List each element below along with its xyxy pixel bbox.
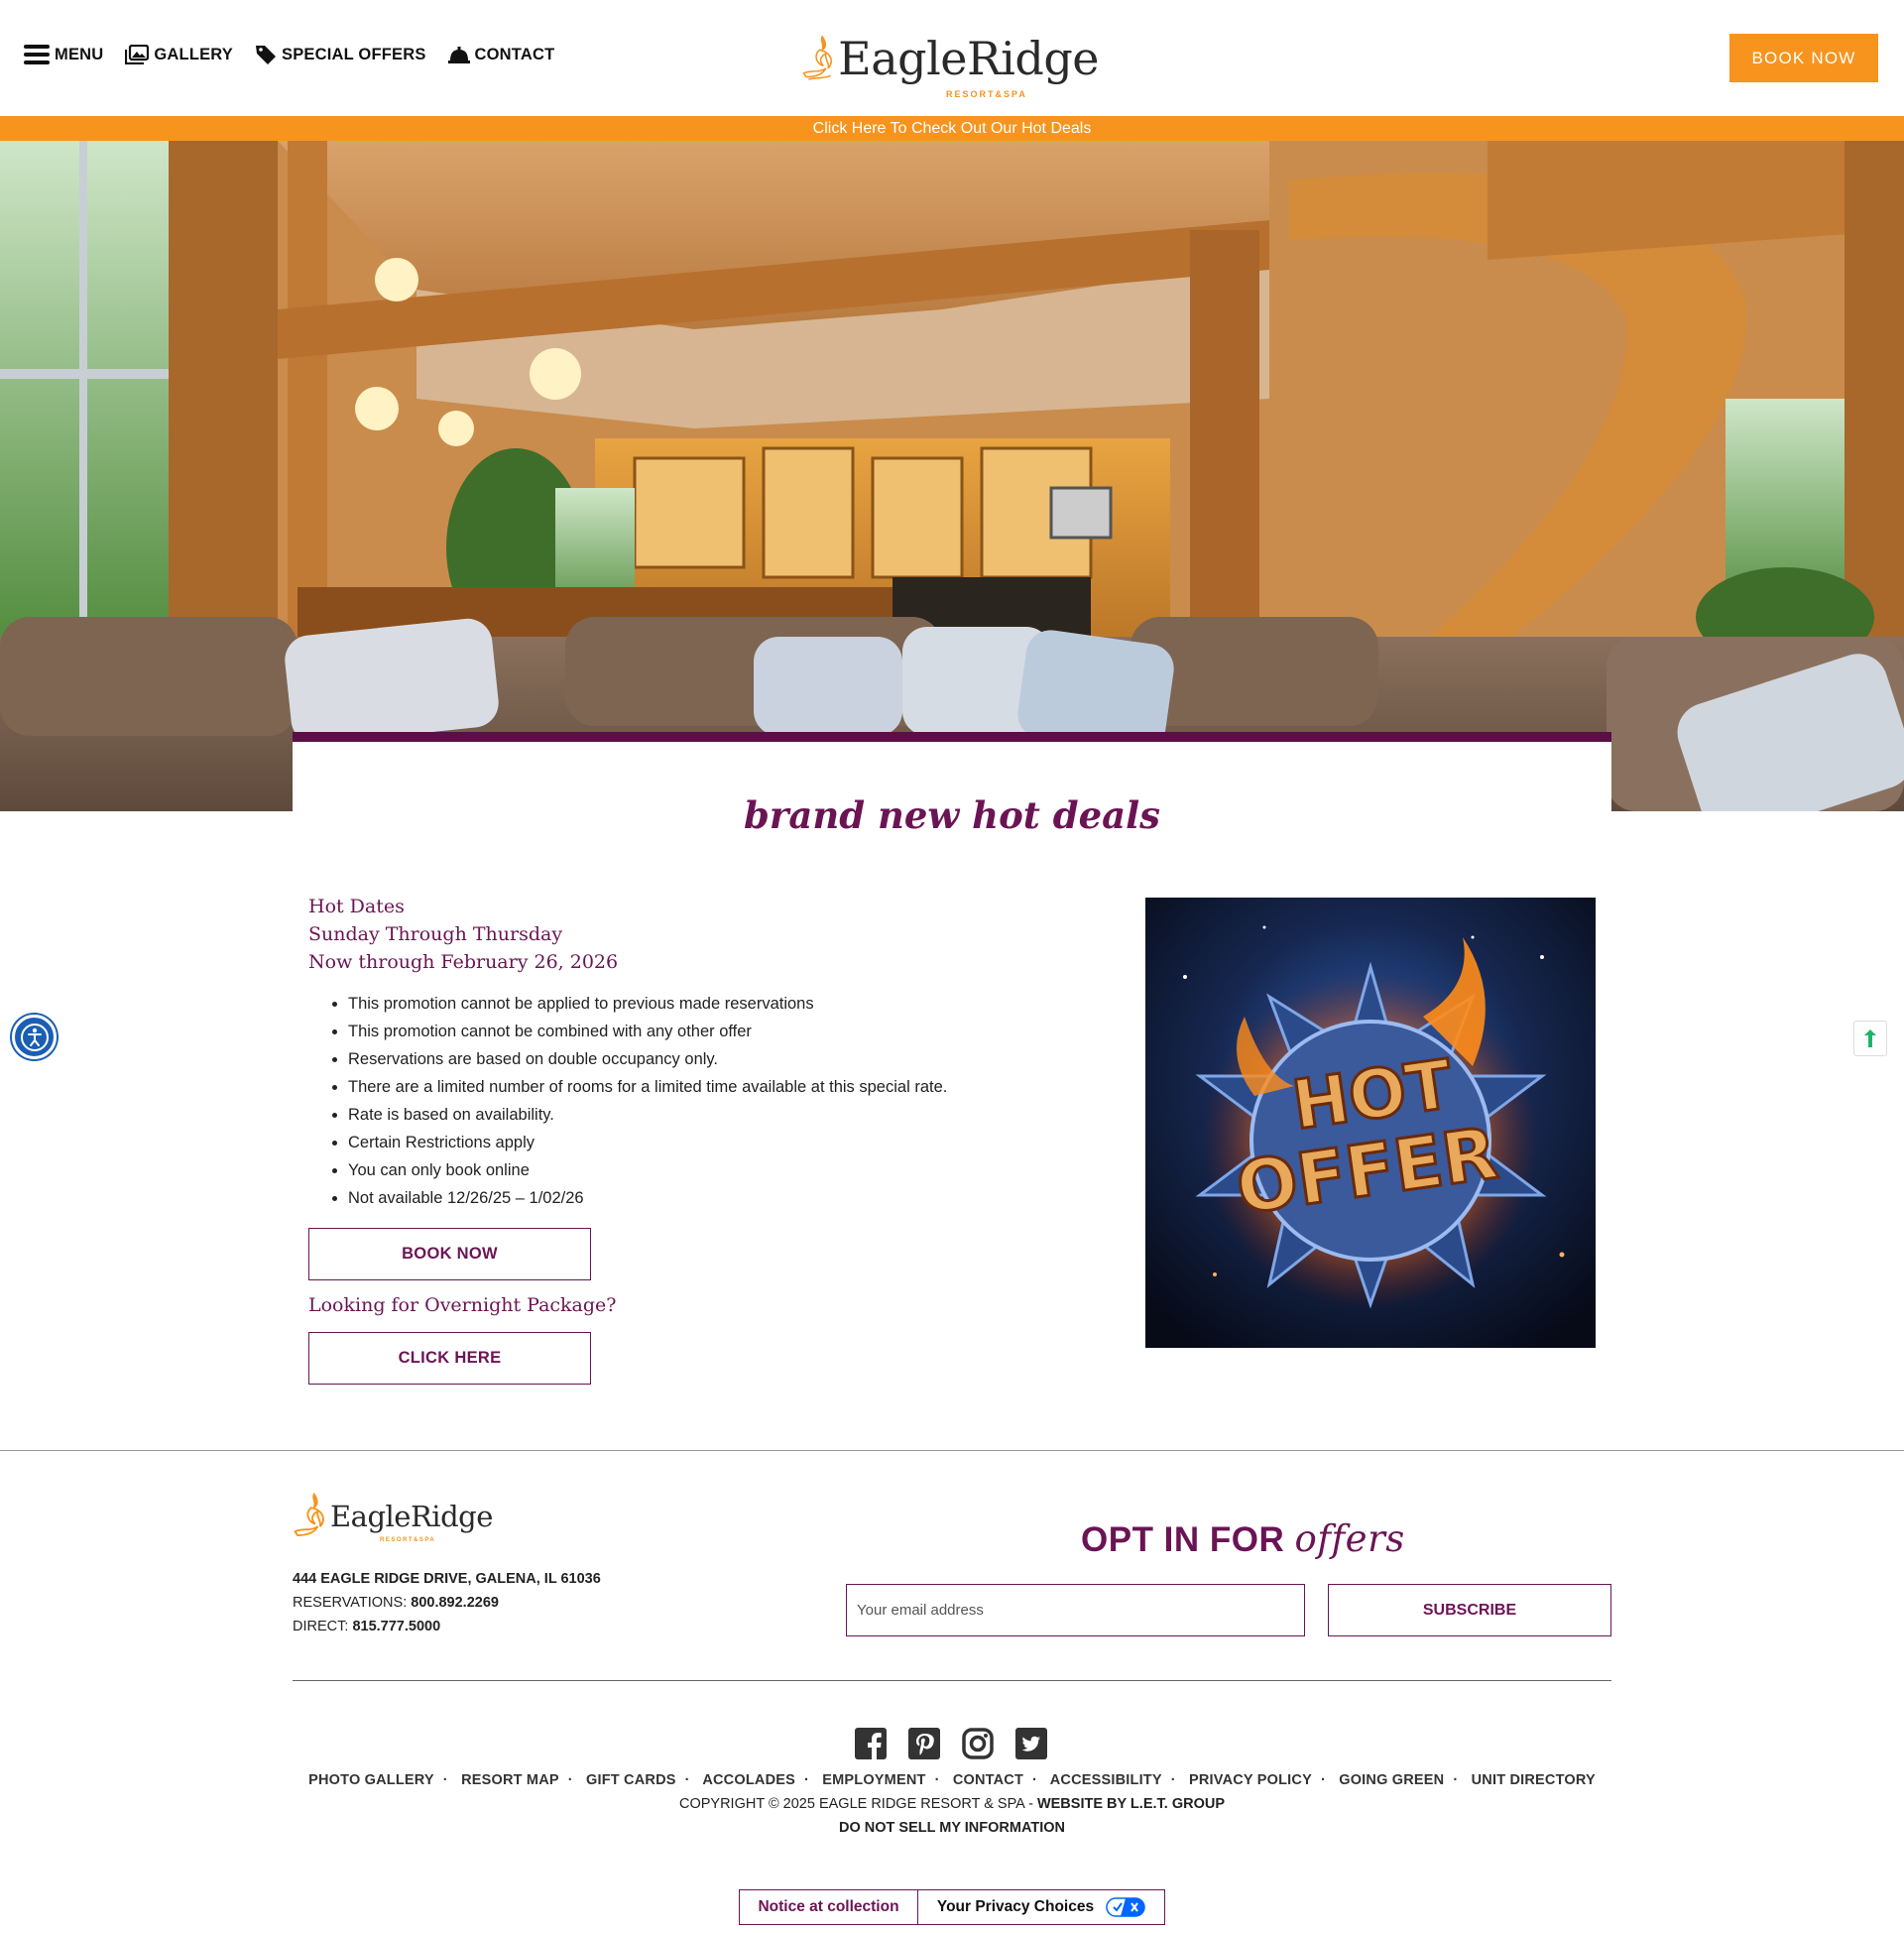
hot-deals-banner[interactable]: Click Here To Check Out Our Hot Deals bbox=[0, 116, 1904, 141]
footer-link-gift-cards[interactable]: GIFT CARDS bbox=[586, 1772, 676, 1788]
logo-wordmark: EagleRidge bbox=[838, 32, 1099, 85]
privacy-bar: Notice at collection Your Privacy Choice… bbox=[739, 1889, 1165, 1925]
deal-details: Hot Dates Sunday Through Thursday Now th… bbox=[308, 893, 1102, 1385]
copyright: COPYRIGHT © 2025 EAGLE RIDGE RESORT & SP… bbox=[0, 1796, 1904, 1812]
main-nav: MENU GALLERY SPECIAL OFFERS CONTACT bbox=[24, 44, 554, 65]
footer-divider-inner bbox=[293, 1680, 1611, 1681]
logo-subtitle: RESORT&SPA bbox=[946, 89, 1027, 99]
twitter-icon[interactable] bbox=[1015, 1728, 1047, 1759]
site-header: MENU GALLERY SPECIAL OFFERS CONTACT Eagl… bbox=[0, 0, 1904, 116]
instagram-icon[interactable] bbox=[962, 1728, 994, 1759]
accessibility-icon bbox=[20, 1023, 49, 1051]
reservations-label: RESERVATIONS: bbox=[293, 1595, 408, 1611]
street-address: 444 EAGLE RIDGE DRIVE, GALENA, IL 61036 bbox=[293, 1571, 601, 1587]
optin-heading-main: OPT IN FOR bbox=[1081, 1520, 1285, 1559]
copyright-text: COPYRIGHT © 2025 EAGLE RIDGE RESORT & SP… bbox=[678, 1796, 1033, 1812]
pinterest-icon[interactable] bbox=[908, 1728, 940, 1759]
shield-check-icon bbox=[1864, 1029, 1876, 1047]
list-item: Not available 12/26/25 – 1/02/26 bbox=[348, 1184, 1102, 1212]
website-credit-link[interactable]: WEBSITE BY L.E.T. GROUP bbox=[1037, 1796, 1225, 1812]
optin-heading: OPT IN FOR offers bbox=[1081, 1517, 1405, 1560]
overnight-package-text: Looking for Overnight Package? bbox=[308, 1294, 617, 1316]
footer-divider bbox=[0, 1450, 1904, 1451]
list-item: There are a limited number of rooms for … bbox=[348, 1073, 1102, 1101]
deal-validity: Now through February 26, 2026 bbox=[308, 951, 619, 973]
social-links bbox=[855, 1728, 1047, 1759]
nav-special-offers[interactable]: SPECIAL OFFERS bbox=[255, 44, 426, 65]
subscribe-button[interactable]: SUBSCRIBE bbox=[1328, 1584, 1611, 1636]
nav-special-offers-label: SPECIAL OFFERS bbox=[282, 45, 426, 63]
footer-logo-wordmark: EagleRidge bbox=[330, 1500, 493, 1533]
eagle-flame-logo-icon bbox=[802, 35, 832, 80]
footer-link-privacy-policy[interactable]: PRIVACY POLICY bbox=[1189, 1772, 1312, 1788]
email-input[interactable] bbox=[846, 1584, 1305, 1636]
facebook-icon[interactable] bbox=[855, 1728, 887, 1759]
nav-menu-label: MENU bbox=[55, 45, 104, 63]
do-not-sell-link[interactable]: DO NOT SELL MY INFORMATION bbox=[0, 1820, 1904, 1836]
section-title: brand new hot deals bbox=[744, 793, 1160, 837]
footer-link-contact[interactable]: CONTACT bbox=[953, 1772, 1023, 1788]
nav-menu[interactable]: MENU bbox=[24, 44, 103, 65]
footer-link-employment[interactable]: EMPLOYMENT bbox=[822, 1772, 925, 1788]
click-here-button[interactable]: CLICK HERE bbox=[308, 1332, 591, 1385]
hot-offer-image: HOT OFFER bbox=[1145, 898, 1596, 1348]
privacy-toggle-icon bbox=[1106, 1897, 1145, 1917]
footer-link-photo-gallery[interactable]: PHOTO GALLERY bbox=[308, 1772, 434, 1788]
accessibility-widget-button[interactable] bbox=[12, 1015, 57, 1059]
optin-heading-italic: offers bbox=[1294, 1517, 1405, 1560]
footer-contact-info: 444 EAGLE RIDGE DRIVE, GALENA, IL 61036 … bbox=[293, 1567, 601, 1638]
direct-phone[interactable]: 815.777.5000 bbox=[352, 1619, 440, 1634]
nav-gallery-label: GALLERY bbox=[154, 45, 234, 63]
footer-link-going-green[interactable]: GOING GREEN bbox=[1339, 1772, 1444, 1788]
reservations-phone[interactable]: 800.892.2269 bbox=[411, 1595, 499, 1611]
list-item: Certain Restrictions apply bbox=[348, 1129, 1102, 1156]
book-now-button-header[interactable]: BOOK NOW bbox=[1729, 34, 1878, 82]
deal-days: Sunday Through Thursday bbox=[308, 923, 563, 945]
list-item: This promotion cannot be combined with a… bbox=[348, 1018, 1102, 1045]
footer-logo[interactable]: EagleRidge RESORT&SPA bbox=[293, 1490, 493, 1543]
privacy-choices-link[interactable]: Your Privacy Choices bbox=[918, 1890, 1164, 1924]
eagle-flame-logo-icon bbox=[294, 1492, 324, 1536]
privacy-choices-label: Your Privacy Choices bbox=[936, 1898, 1095, 1915]
tag-icon bbox=[256, 46, 277, 64]
footer-logo-subtitle: RESORT&SPA bbox=[380, 1537, 436, 1543]
book-now-button[interactable]: BOOK NOW bbox=[308, 1228, 591, 1280]
deal-terms-list: This promotion cannot be applied to prev… bbox=[308, 990, 1102, 1212]
nav-contact-label: CONTACT bbox=[474, 45, 555, 63]
footer-links: PHOTO GALLERY · RESORT MAP · GIFT CARDS · A… bbox=[308, 1772, 1596, 1788]
bell-icon bbox=[447, 47, 470, 63]
footer-link-resort-map[interactable]: RESORT MAP bbox=[461, 1772, 559, 1788]
list-item: Reservations are based on double occupan… bbox=[348, 1045, 1102, 1073]
notice-at-collection-link[interactable]: Notice at collection bbox=[740, 1890, 918, 1924]
list-item: This promotion cannot be applied to prev… bbox=[348, 990, 1102, 1018]
nav-gallery[interactable]: GALLERY bbox=[125, 45, 233, 64]
deal-heading: Hot Dates bbox=[308, 896, 405, 917]
direct-label: DIRECT: bbox=[293, 1619, 349, 1634]
consent-widget-button[interactable] bbox=[1853, 1021, 1887, 1056]
list-item: Rate is based on availability. bbox=[348, 1101, 1102, 1129]
nav-contact[interactable]: CONTACT bbox=[447, 45, 555, 64]
list-item: You can only book online bbox=[348, 1156, 1102, 1184]
footer-link-unit-directory[interactable]: UNIT DIRECTORY bbox=[1472, 1772, 1596, 1788]
hamburger-icon bbox=[24, 45, 50, 64]
hero-image bbox=[0, 141, 1904, 811]
content-card-top-band bbox=[293, 732, 1611, 742]
gallery-icon bbox=[125, 45, 150, 64]
footer-link-accolades[interactable]: ACCOLADES bbox=[702, 1772, 795, 1788]
footer-link-accessibility[interactable]: ACCESSIBILITY bbox=[1050, 1772, 1162, 1788]
site-logo[interactable]: EagleRidge RESORT&SPA bbox=[801, 14, 1099, 103]
